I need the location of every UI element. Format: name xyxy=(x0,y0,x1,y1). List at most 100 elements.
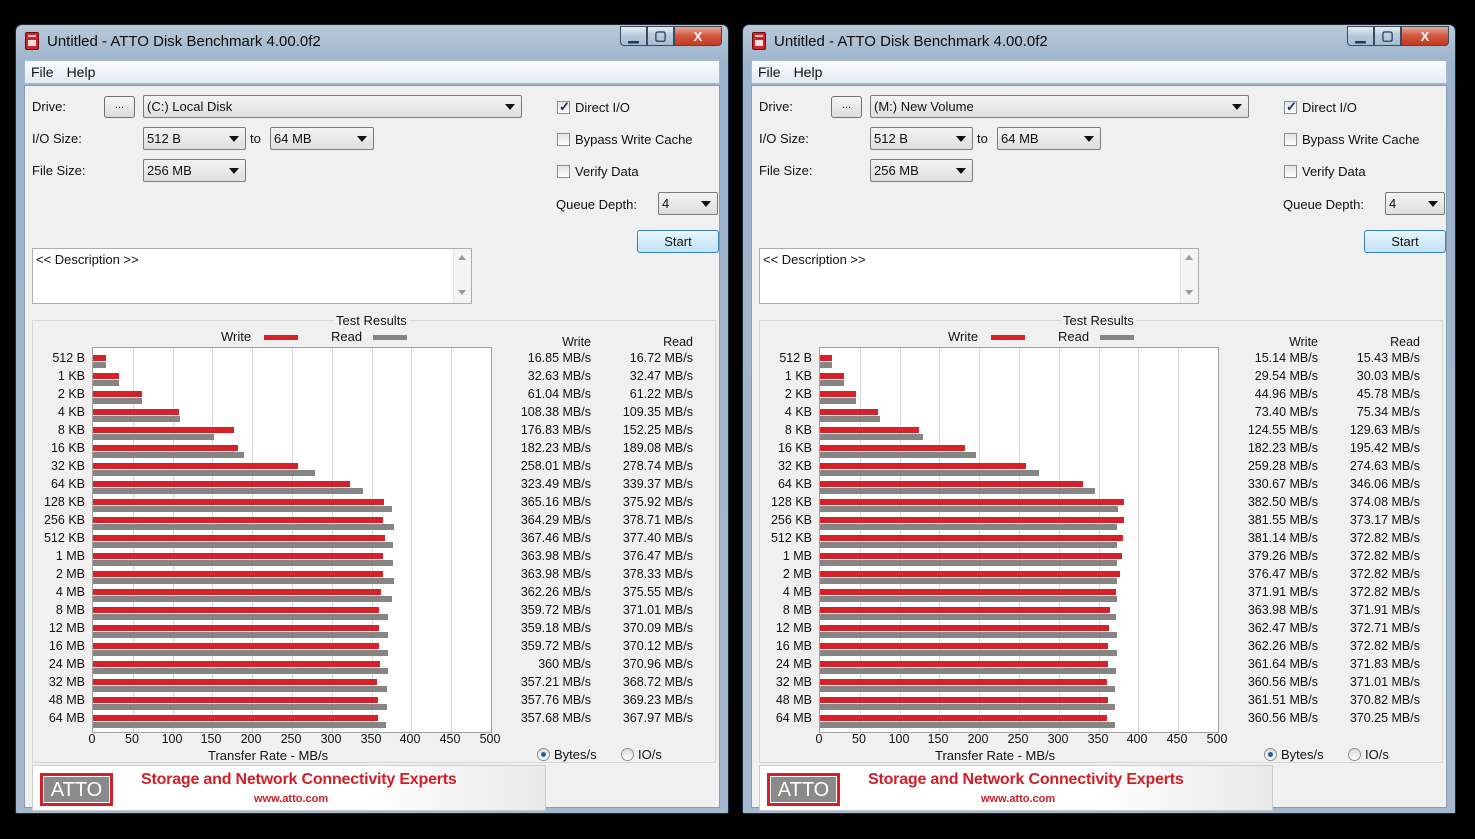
direct-io-checkbox[interactable]: Direct I/O xyxy=(1284,99,1357,115)
io-size-row-label: 32 MB xyxy=(48,675,85,689)
test-results-title: Test Results xyxy=(1061,313,1136,328)
bypass-write-cache-checkbox[interactable]: Bypass Write Cache xyxy=(1284,132,1420,147)
io-size-from-select[interactable]: 512 B xyxy=(870,127,973,150)
io-per-sec-label: IO/s xyxy=(1365,747,1389,762)
read-bar xyxy=(820,560,1117,566)
read-bar xyxy=(93,524,395,530)
read-value: 109.35 MB/s xyxy=(622,405,693,419)
write-bar xyxy=(820,391,856,397)
banner-url[interactable]: www.atto.com xyxy=(254,793,328,805)
write-value: 16.85 MB/s xyxy=(527,351,591,365)
checkbox-unchecked-icon xyxy=(1284,165,1297,178)
minimize-button[interactable]: ▁ xyxy=(1347,26,1374,46)
write-value: 360.56 MB/s xyxy=(1247,711,1318,725)
bytes-per-sec-radio[interactable]: Bytes/s xyxy=(537,747,597,762)
menu-help[interactable]: Help xyxy=(61,64,103,80)
title-bar[interactable]: Untitled - ATTO Disk Benchmark 4.00.0f2 … xyxy=(16,25,728,58)
menu-file[interactable]: File xyxy=(752,64,788,80)
read-value: 373.17 MB/s xyxy=(1349,513,1420,527)
maximize-button[interactable]: ▢ xyxy=(647,26,674,46)
description-scrollbar[interactable] xyxy=(1180,249,1198,303)
scroll-up-icon[interactable] xyxy=(458,255,466,260)
scroll-down-icon[interactable] xyxy=(1185,290,1193,295)
io-size-to-select[interactable]: 64 MB xyxy=(997,127,1101,150)
chevron-down-icon xyxy=(229,136,239,142)
io-size-row-label: 64 MB xyxy=(48,711,85,725)
io-size-from-value: 512 B xyxy=(147,131,181,146)
write-bar xyxy=(93,445,239,451)
write-bar xyxy=(93,697,378,703)
x-tick-label: 400 xyxy=(399,732,421,746)
close-button[interactable]: X xyxy=(674,26,722,46)
atto-banner[interactable]: ATTO Storage and Network Connectivity Ex… xyxy=(32,765,546,811)
write-bar xyxy=(93,589,382,595)
start-button[interactable]: Start xyxy=(637,230,719,253)
io-size-to-select[interactable]: 64 MB xyxy=(270,127,374,150)
write-value: 182.23 MB/s xyxy=(520,441,591,455)
bytes-per-sec-radio[interactable]: Bytes/s xyxy=(1264,747,1324,762)
x-tick-label: 200 xyxy=(240,732,262,746)
x-tick-label: 250 xyxy=(280,732,302,746)
file-size-value: 256 MB xyxy=(147,163,192,178)
description-scrollbar[interactable] xyxy=(453,249,471,303)
queue-depth-select[interactable]: 4 xyxy=(1385,192,1445,215)
drive-select[interactable]: (C:) Local Disk xyxy=(143,95,522,118)
banner-tagline: Storage and Network Connectivity Experts xyxy=(141,771,457,788)
io-per-sec-radio[interactable]: IO/s xyxy=(1348,747,1389,762)
drive-select[interactable]: (M:) New Volume xyxy=(870,95,1249,118)
maximize-button[interactable]: ▢ xyxy=(1374,26,1401,46)
banner-url[interactable]: www.atto.com xyxy=(981,793,1055,805)
x-tick-label: 200 xyxy=(967,732,989,746)
chevron-down-icon xyxy=(1232,104,1242,110)
app-icon[interactable] xyxy=(752,32,766,50)
io-size-row-label: 1 KB xyxy=(784,369,812,383)
atto-banner[interactable]: ATTO Storage and Network Connectivity Ex… xyxy=(759,765,1273,811)
verify-data-checkbox[interactable]: Verify Data xyxy=(1284,164,1366,179)
queue-depth-select[interactable]: 4 xyxy=(658,192,718,215)
read-value: 369.23 MB/s xyxy=(622,693,693,707)
browse-button[interactable]: ... xyxy=(831,96,862,118)
x-tick-label: 150 xyxy=(927,732,949,746)
bypass-write-cache-checkbox[interactable]: Bypass Write Cache xyxy=(557,132,693,147)
app-icon[interactable] xyxy=(25,32,39,50)
read-bar xyxy=(820,686,1116,692)
read-value: 278.74 MB/s xyxy=(622,459,693,473)
io-size-from-select[interactable]: 512 B xyxy=(143,127,246,150)
io-per-sec-radio[interactable]: IO/s xyxy=(621,747,662,762)
radio-selected-icon xyxy=(1264,748,1277,761)
menu-help[interactable]: Help xyxy=(788,64,830,80)
checkbox-unchecked-icon xyxy=(557,133,570,146)
drive-value: (C:) Local Disk xyxy=(147,99,233,114)
legend-read-swatch xyxy=(1100,335,1134,340)
read-bar xyxy=(93,578,395,584)
read-bar xyxy=(93,398,142,404)
browse-button[interactable]: ... xyxy=(104,96,135,118)
write-bar xyxy=(93,625,379,631)
minimize-button[interactable]: ▁ xyxy=(620,26,647,46)
bypass-write-cache-label: Bypass Write Cache xyxy=(575,132,693,147)
io-size-row-label: 16 MB xyxy=(775,639,812,653)
read-bar xyxy=(93,506,393,512)
io-size-to-value: 64 MB xyxy=(274,131,312,146)
verify-data-checkbox[interactable]: Verify Data xyxy=(557,164,639,179)
start-button[interactable]: Start xyxy=(1364,230,1446,253)
description-textbox[interactable]: << Description >> xyxy=(759,248,1199,304)
menu-file[interactable]: File xyxy=(25,64,61,80)
scroll-down-icon[interactable] xyxy=(458,290,466,295)
direct-io-checkbox[interactable]: Direct I/O xyxy=(557,99,630,115)
description-textbox[interactable]: << Description >> xyxy=(32,248,472,304)
atto-logo-text: ATTO xyxy=(770,776,837,803)
title-bar[interactable]: Untitled - ATTO Disk Benchmark 4.00.0f2 … xyxy=(743,25,1455,58)
write-bar xyxy=(93,499,384,505)
read-bar xyxy=(93,434,215,440)
io-size-row-label: 12 MB xyxy=(48,621,85,635)
checkbox-unchecked-icon xyxy=(1284,133,1297,146)
read-value: 15.43 MB/s xyxy=(1356,351,1420,365)
scroll-up-icon[interactable] xyxy=(1185,255,1193,260)
write-bar xyxy=(820,571,1120,577)
x-tick-label: 450 xyxy=(439,732,461,746)
close-button[interactable]: X xyxy=(1401,26,1449,46)
read-value: 339.37 MB/s xyxy=(622,477,693,491)
file-size-select[interactable]: 256 MB xyxy=(870,159,973,182)
file-size-select[interactable]: 256 MB xyxy=(143,159,246,182)
